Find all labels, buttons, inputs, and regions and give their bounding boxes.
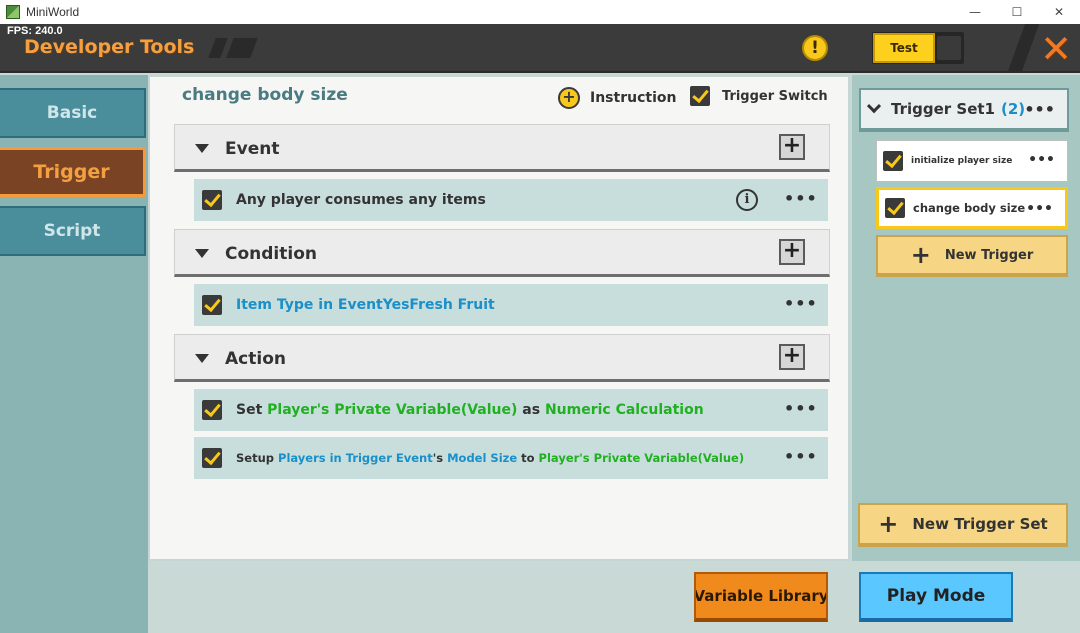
window-title: MiniWorld xyxy=(26,5,80,19)
window-titlebar: MiniWorld — ☐ ✕ xyxy=(0,0,1080,24)
more-options-icon[interactable]: ••• xyxy=(784,294,818,313)
add-event-button[interactable]: + xyxy=(779,134,805,160)
text-segment: 's xyxy=(432,451,448,465)
toggle-knob xyxy=(937,36,961,60)
variable-library-button[interactable]: Variable Library xyxy=(694,572,828,622)
trigger-set-label: Trigger Set1 xyxy=(891,100,995,118)
test-button[interactable]: Test xyxy=(873,33,935,63)
event-section-label: Event xyxy=(225,139,280,159)
left-nav: Basic Trigger Script xyxy=(0,75,148,633)
trigger-set-header[interactable]: Trigger Set1 (2) ••• xyxy=(859,88,1069,132)
new-trigger-set-button[interactable]: + New Trigger Set xyxy=(858,503,1068,547)
page-title: Developer Tools xyxy=(24,36,195,58)
trigger-set-panel: Trigger Set1 (2) ••• initialize player s… xyxy=(852,75,1080,561)
checkbox-checked-icon[interactable] xyxy=(202,295,222,315)
nav-script-button[interactable]: Script xyxy=(0,206,146,256)
action-section-label: Action xyxy=(225,349,286,369)
add-condition-button[interactable]: + xyxy=(779,239,805,265)
nav-basic-button[interactable]: Basic xyxy=(0,88,146,138)
maximize-button[interactable]: ☐ xyxy=(996,0,1038,24)
chevron-down-icon[interactable] xyxy=(866,99,882,114)
more-options-icon[interactable]: ••• xyxy=(784,189,818,208)
checkbox-checked-icon[interactable] xyxy=(202,190,222,210)
condition-item-row[interactable]: Item Type in EventYesFresh Fruit ••• xyxy=(194,284,828,326)
instruction-button[interactable]: + Instruction xyxy=(558,87,676,109)
text-segment: Set xyxy=(236,402,268,418)
header-divider xyxy=(1006,24,1040,71)
more-options-icon[interactable]: ••• xyxy=(1028,152,1055,168)
add-action-button[interactable]: + xyxy=(779,344,805,370)
instruction-label: Instruction xyxy=(590,90,677,106)
plus-circle-icon: + xyxy=(558,87,580,109)
event-item-text[interactable]: Any player consumes any items xyxy=(236,192,486,208)
trigger-switch-label: Trigger Switch xyxy=(722,88,828,104)
play-mode-button[interactable]: Play Mode xyxy=(859,572,1013,622)
nav-trigger-button[interactable]: Trigger xyxy=(0,147,146,197)
text-segment: Model Size xyxy=(447,451,518,465)
plus-icon: + xyxy=(878,510,899,538)
test-toggle[interactable]: Test xyxy=(872,32,964,64)
text-segment: to xyxy=(517,451,539,465)
header-decoration xyxy=(208,38,258,58)
event-item-row[interactable]: Any player consumes any items i ••• xyxy=(194,179,828,221)
checkbox-checked-icon[interactable] xyxy=(690,86,710,106)
trigger-editor: change body size + Instruction Trigger S… xyxy=(148,75,850,561)
checkbox-checked-icon[interactable] xyxy=(885,198,905,218)
minimize-button[interactable]: — xyxy=(954,0,996,24)
new-trigger-button[interactable]: + New Trigger xyxy=(876,235,1068,277)
text-segment: Player's Private Variable(Value) xyxy=(267,402,518,418)
warning-icon[interactable]: ! xyxy=(802,35,828,61)
action-item-text[interactable]: Set Player's Private Variable(Value) as … xyxy=(236,402,704,418)
collapse-triangle-icon[interactable] xyxy=(195,249,209,258)
condition-section-header[interactable]: Condition + xyxy=(174,229,830,277)
text-segment: Players in Trigger Event xyxy=(278,451,433,465)
trigger-item-label: change body size xyxy=(913,201,1026,215)
text-segment: Setup xyxy=(236,451,279,465)
info-icon[interactable]: i xyxy=(736,189,758,211)
app-icon xyxy=(6,5,20,19)
trigger-set-count: (2) xyxy=(1000,100,1026,118)
action-item-row[interactable]: Setup Players in Trigger Event's Model S… xyxy=(194,437,828,479)
action-item-text[interactable]: Setup Players in Trigger Event's Model S… xyxy=(236,451,744,465)
action-item-row[interactable]: Set Player's Private Variable(Value) as … xyxy=(194,389,828,431)
trigger-item-label: initialize player size xyxy=(911,156,1013,166)
checkbox-checked-icon[interactable] xyxy=(202,400,222,420)
text-segment: Any player consumes any items xyxy=(236,192,486,208)
window-controls: — ☐ ✕ xyxy=(954,0,1080,24)
trigger-list-item[interactable]: initialize player size ••• xyxy=(876,140,1068,182)
text-segment: as xyxy=(517,402,545,418)
action-section-header[interactable]: Action + xyxy=(174,334,830,382)
more-options-icon[interactable]: ••• xyxy=(1024,100,1055,119)
top-header: FPS: 240.0 Developer Tools ! Test ✕ xyxy=(0,24,1080,73)
event-section-header[interactable]: Event + xyxy=(174,124,830,172)
condition-item-text[interactable]: Item Type in EventYesFresh Fruit xyxy=(236,297,495,313)
trigger-switch[interactable]: Trigger Switch xyxy=(690,86,828,106)
plus-icon: + xyxy=(910,241,931,269)
condition-section-label: Condition xyxy=(225,244,317,264)
text-segment: Player's Private Variable(Value) xyxy=(538,451,745,465)
text-segment: Numeric Calculation xyxy=(544,402,704,418)
text-segment: Item Type in EventYesFresh Fruit xyxy=(236,297,495,313)
more-options-icon[interactable]: ••• xyxy=(784,447,818,466)
collapse-triangle-icon[interactable] xyxy=(195,354,209,363)
checkbox-checked-icon[interactable] xyxy=(202,448,222,468)
collapse-triangle-icon[interactable] xyxy=(195,144,209,153)
trigger-list-item-selected[interactable]: change body size ••• xyxy=(876,187,1068,229)
more-options-icon[interactable]: ••• xyxy=(1026,201,1053,217)
window-close-button[interactable]: ✕ xyxy=(1038,0,1080,24)
close-icon[interactable]: ✕ xyxy=(1036,29,1076,69)
checkbox-checked-icon[interactable] xyxy=(883,151,903,171)
new-trigger-label: New Trigger xyxy=(944,247,1034,263)
more-options-icon[interactable]: ••• xyxy=(784,399,818,418)
new-trigger-set-label: New Trigger Set xyxy=(912,515,1048,533)
trigger-name: change body size xyxy=(182,85,348,105)
